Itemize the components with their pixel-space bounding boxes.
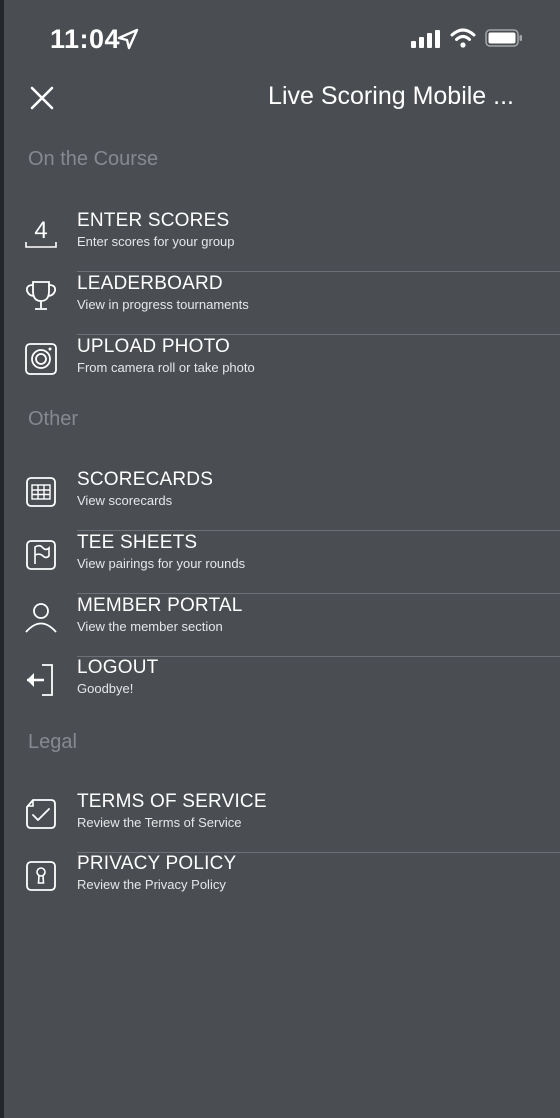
menu-item-subtitle: Enter scores for your group [77,234,235,249]
menu-item-logout[interactable]: LOGOUT Goodbye! [0,657,560,719]
menu-item-upload-photo[interactable]: UPLOAD PHOTO From camera roll or take ph… [0,336,560,398]
menu-item-enter-scores[interactable]: 4 ENTER SCORES Enter scores for your gro… [0,210,560,272]
divider [77,593,560,594]
menu-item-privacy-policy[interactable]: PRIVACY POLICY Review the Privacy Policy [0,853,560,915]
section-title-legal: Legal [28,731,77,753]
camera-icon [25,343,57,375]
menu-item-label: SCORECARDS [77,469,214,490]
divider [77,334,560,335]
logout-icon [27,664,53,696]
header-title: Live Scoring Mobile ... [268,82,514,110]
keyhole-icon [26,861,56,891]
menu-item-label: UPLOAD PHOTO [77,336,231,357]
menu-item-label: ENTER SCORES [77,210,230,231]
menu-item-subtitle: Goodbye! [77,681,134,696]
flag-icon [26,540,56,570]
menu-item-subtitle: Review the Terms of Service [77,815,242,830]
menu-item-subtitle: View pairings for your rounds [77,556,246,571]
menu-item-label: LOGOUT [77,657,159,678]
menu-item-tee-sheets[interactable]: TEE SHEETS View pairings for your rounds [0,532,560,594]
battery-icon [485,29,522,47]
cellular-signal-icon [411,30,440,48]
menu-item-label: PRIVACY POLICY [77,853,237,874]
divider [77,530,560,531]
menu-item-scorecards[interactable]: SCORECARDS View scorecards [0,469,560,531]
close-icon[interactable] [26,82,58,114]
trophy-icon [25,281,57,310]
menu-item-leaderboard[interactable]: LEADERBOARD View in progress tournaments [0,273,560,335]
status-time: 11:04 [50,24,121,54]
menu-item-label: LEADERBOARD [77,273,223,294]
checkmark-icon [26,799,56,829]
menu-item-subtitle: View scorecards [77,493,173,508]
location-arrow-icon [117,28,139,50]
menu-item-subtitle: Review the Privacy Policy [77,877,226,892]
person-icon [25,603,57,633]
section-title-on-the-course: On the Course [28,148,159,170]
menu-item-label: MEMBER PORTAL [77,595,243,616]
score-icon-digit: 4 [34,217,47,244]
menu-item-member-portal[interactable]: MEMBER PORTAL View the member section [0,595,560,657]
score-four-icon: 4 [25,217,57,248]
wifi-icon [450,28,476,48]
menu-item-subtitle: From camera roll or take photo [77,360,255,375]
menu-item-label: TEE SHEETS [77,532,198,553]
menu-item-terms-of-service[interactable]: TERMS OF SERVICE Review the Terms of Ser… [0,791,560,853]
status-bar: 11:04 [0,0,560,76]
menu-item-subtitle: View the member section [77,619,223,634]
grid-icon [26,477,56,507]
menu-item-subtitle: View in progress tournaments [77,297,249,312]
app-header: Live Scoring Mobile ... [0,76,560,122]
menu-item-label: TERMS OF SERVICE [77,791,267,812]
section-title-other: Other [28,408,79,430]
divider [77,271,560,272]
